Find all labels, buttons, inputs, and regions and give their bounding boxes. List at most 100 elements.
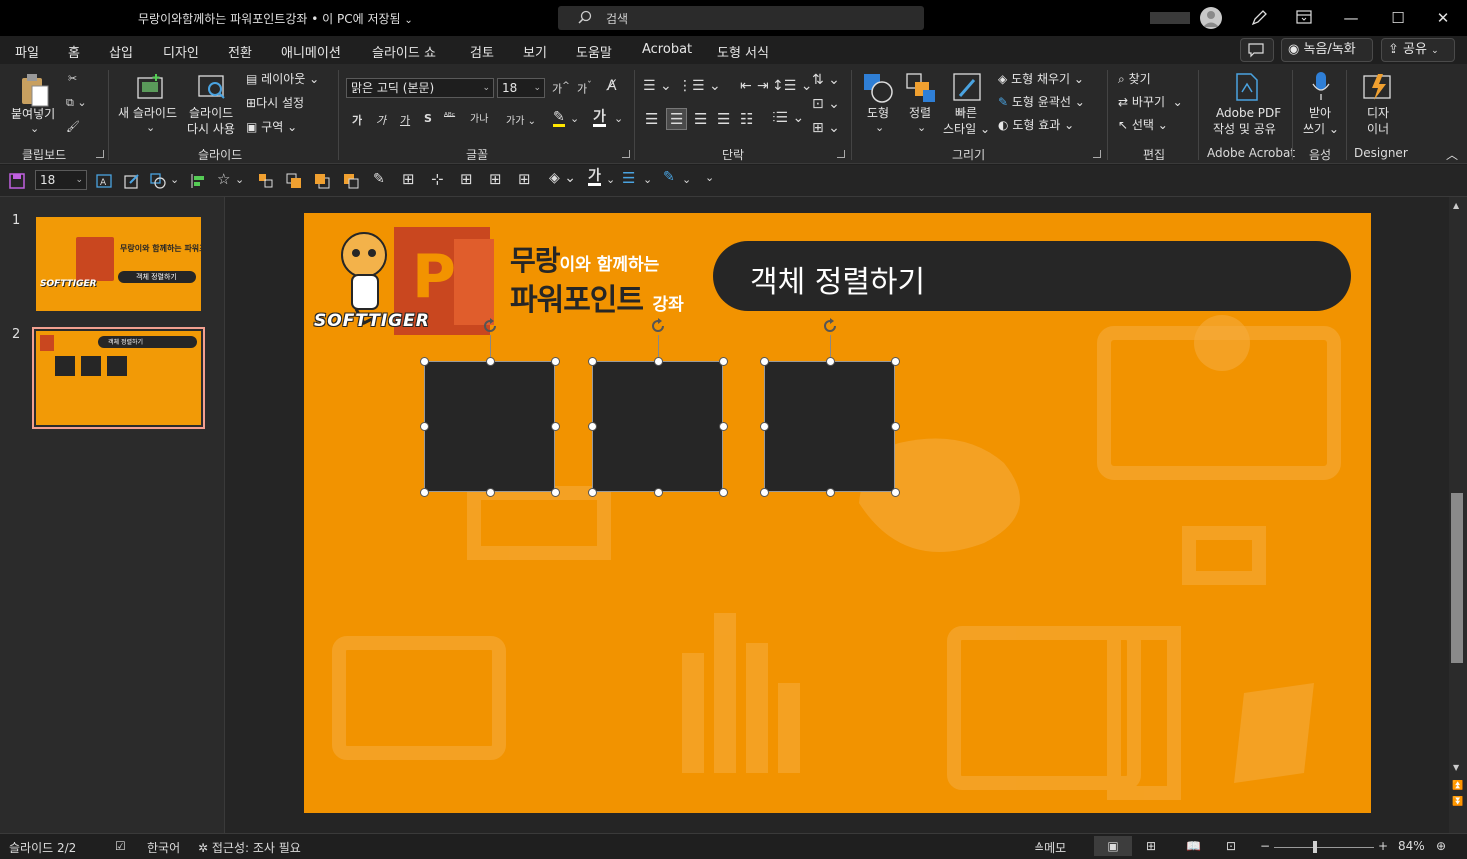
- resize-handle[interactable]: [760, 488, 769, 497]
- new-slide-icon[interactable]: [135, 72, 165, 102]
- prev-slide-icon[interactable]: ⏫: [1452, 781, 1463, 791]
- eyedropper-icon[interactable]: ✎: [373, 171, 385, 187]
- designer-l2[interactable]: 이너: [1367, 122, 1389, 137]
- align-left-icon[interactable]: ☰: [645, 110, 658, 128]
- zoom-slider-thumb[interactable]: [1313, 841, 1317, 853]
- zoom-in-button[interactable]: +: [1378, 839, 1388, 853]
- tab-home[interactable]: 홈: [67, 42, 81, 67]
- resize-handle[interactable]: [420, 488, 429, 497]
- font-name-select[interactable]: 맑은 고딕 (본문) ⌄: [346, 78, 494, 98]
- qat-font-size[interactable]: 18 ⌄: [35, 170, 87, 190]
- notes-button[interactable]: ≙메모: [1034, 839, 1066, 856]
- align-center-icon[interactable]: ☰: [666, 108, 688, 130]
- resize-handle[interactable]: [420, 422, 429, 431]
- columns-icon[interactable]: ⫶☰ ⌄: [772, 110, 804, 126]
- char-spacing-button[interactable]: 가나: [470, 110, 488, 125]
- minimize-button[interactable]: —: [1340, 8, 1362, 28]
- grid-icon[interactable]: ⊞: [460, 170, 473, 188]
- selected-square-2[interactable]: [592, 361, 723, 492]
- resize-handle[interactable]: [719, 357, 728, 366]
- shape-effects-button[interactable]: ◐ 도형 효과 ⌄: [998, 118, 1074, 133]
- font-launcher[interactable]: [622, 150, 630, 158]
- copy-icon[interactable]: ⧉ ⌄: [66, 96, 87, 110]
- resize-handle[interactable]: [588, 488, 597, 497]
- quick-styles-l1[interactable]: 빠른: [955, 106, 977, 121]
- quick-styles-icon[interactable]: [952, 72, 984, 104]
- drawing-launcher[interactable]: [1093, 150, 1101, 158]
- justify-icon[interactable]: ☰: [717, 110, 730, 128]
- layout-button[interactable]: ▤ 레이아웃 ⌄: [246, 72, 319, 87]
- adobe-pdf-l1[interactable]: Adobe PDF: [1216, 106, 1281, 121]
- restore-button[interactable]: ☐: [1387, 8, 1409, 28]
- resize-handle[interactable]: [760, 357, 769, 366]
- record-button[interactable]: ◉ 녹음/녹화: [1281, 38, 1373, 62]
- highlight-button[interactable]: ✎: [553, 110, 565, 127]
- resize-handle[interactable]: [551, 357, 560, 366]
- grid2-icon[interactable]: ⊞: [489, 170, 502, 188]
- designer-l1[interactable]: 디자: [1367, 106, 1389, 121]
- tab-insert[interactable]: 삽입: [109, 42, 133, 61]
- resize-handle[interactable]: [654, 357, 663, 366]
- zoom-slider[interactable]: [1274, 847, 1374, 848]
- rotate-handle-icon[interactable]: [481, 317, 499, 335]
- slide-title[interactable]: 객체 정렬하기: [750, 257, 925, 301]
- dictate-l2[interactable]: 쓰기 ⌄: [1303, 122, 1339, 137]
- resize-handle[interactable]: [760, 422, 769, 431]
- replace-button[interactable]: ⇄ 바꾸기 ⌄: [1118, 95, 1183, 110]
- fill-color-icon[interactable]: ◈ ⌄: [549, 170, 576, 186]
- slide-thumbnail-2[interactable]: 객체 정렬하기: [32, 327, 205, 429]
- outline-color-icon[interactable]: ✎: [663, 169, 675, 185]
- arrange-label[interactable]: 정렬: [909, 106, 931, 121]
- adobe-pdf-l2[interactable]: 작성 및 공유: [1213, 122, 1276, 137]
- pen-icon[interactable]: [1250, 9, 1268, 27]
- clipboard-launcher[interactable]: [96, 150, 104, 158]
- strikethrough-button[interactable]: ᴬᴮᶜ: [444, 112, 455, 122]
- select-button[interactable]: ↖ 선택 ⌄: [1118, 118, 1168, 133]
- avatar[interactable]: [1200, 7, 1222, 29]
- distribute-icon[interactable]: ⊹: [431, 170, 444, 188]
- shapes-label[interactable]: 도형: [867, 106, 889, 121]
- paragraph-launcher[interactable]: [837, 150, 845, 158]
- tab-review[interactable]: 검토: [470, 42, 494, 61]
- resize-handle[interactable]: [420, 357, 429, 366]
- next-slide-icon[interactable]: ⏬: [1452, 797, 1463, 807]
- search-input[interactable]: 검색: [558, 6, 924, 30]
- rotate-handle-icon[interactable]: [649, 317, 667, 335]
- accessibility-status[interactable]: ✲ 접근성: 조사 필요: [198, 839, 301, 856]
- paste-icon[interactable]: [18, 72, 52, 108]
- resize-handle[interactable]: [826, 488, 835, 497]
- collapse-ribbon-icon[interactable]: ︿: [1446, 146, 1458, 163]
- zoom-out-button[interactable]: −: [1260, 839, 1270, 853]
- comments-button[interactable]: [1240, 38, 1274, 62]
- star-icon[interactable]: ☆: [217, 170, 230, 188]
- adobe-pdf-icon[interactable]: [1234, 72, 1260, 102]
- indent-decrease-icon[interactable]: ⇤: [740, 78, 752, 94]
- resize-handle[interactable]: [588, 357, 597, 366]
- designer-icon[interactable]: [1362, 72, 1394, 102]
- numbering-icon[interactable]: ⋮☰ ⌄: [678, 78, 721, 94]
- selected-square-1[interactable]: [424, 361, 555, 492]
- vertical-scrollbar[interactable]: ▲ ▼ ⏫ ⏬: [1449, 197, 1467, 833]
- shadow-button[interactable]: S: [424, 112, 432, 125]
- smartart-icon[interactable]: ⊞ ⌄: [812, 120, 840, 136]
- line-weight-icon[interactable]: ☰: [622, 169, 635, 187]
- arrange-icon[interactable]: [905, 72, 937, 104]
- new-slide-label[interactable]: 새 슬라이드: [118, 106, 177, 121]
- zoom-level[interactable]: 84%: [1398, 839, 1425, 853]
- table-icon[interactable]: ⊞: [402, 170, 415, 188]
- align-right-icon[interactable]: ☰: [694, 110, 707, 128]
- textbox-icon[interactable]: A: [96, 173, 112, 189]
- resize-handle[interactable]: [891, 488, 900, 497]
- tab-view[interactable]: 보기: [523, 42, 547, 61]
- quick-styles-l2[interactable]: 스타일 ⌄: [943, 122, 990, 137]
- qat-font-color-icon[interactable]: 가: [588, 169, 601, 186]
- format-painter-icon[interactable]: 🖌: [66, 120, 80, 133]
- tab-help[interactable]: 도움말: [576, 42, 612, 61]
- microphone-icon[interactable]: [1310, 70, 1332, 102]
- tab-design[interactable]: 디자인: [163, 42, 199, 61]
- fit-to-window-icon[interactable]: ⊕: [1436, 839, 1446, 853]
- italic-button[interactable]: 가: [376, 112, 386, 128]
- paste-label[interactable]: 붙여넣기: [11, 107, 55, 122]
- resize-handle[interactable]: [551, 488, 560, 497]
- section-button[interactable]: ▣ 구역 ⌄: [246, 120, 297, 135]
